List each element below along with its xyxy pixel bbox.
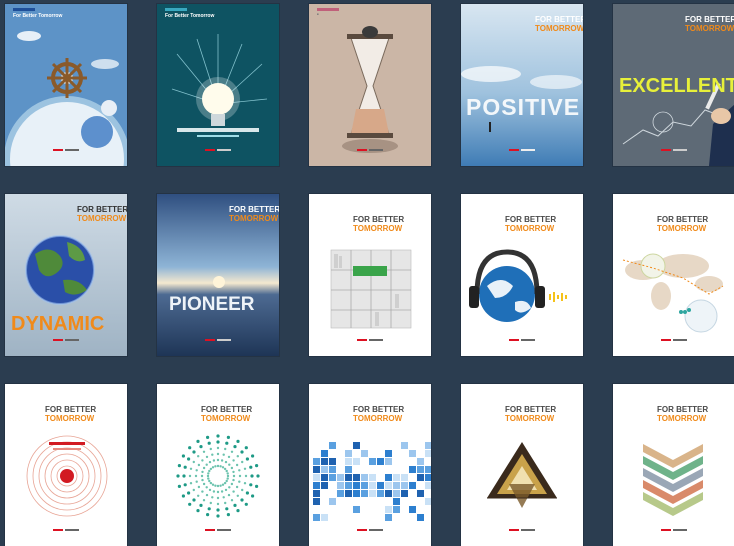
cover-line2: TOMORROW bbox=[77, 214, 127, 223]
cover-footer bbox=[613, 331, 734, 349]
cover-line1: FOR BETTER bbox=[505, 405, 557, 414]
cover-footer bbox=[157, 331, 279, 349]
cover-4[interactable]: FOR BETTER TOMORROW POSITIVE bbox=[461, 4, 583, 166]
cover-line1: FOR BETTER bbox=[353, 215, 405, 224]
cover-footer bbox=[309, 521, 431, 539]
cover-line1: FOR BETTER bbox=[657, 215, 709, 224]
cover-line2: TOMORROW bbox=[685, 24, 734, 33]
cover-line2: TOMORROW bbox=[353, 224, 403, 233]
cover-5[interactable]: FOR BETTER TOMORROW EXCELLENT bbox=[613, 4, 734, 166]
cover-title: For Better Tomorrow bbox=[13, 13, 63, 19]
cover-footer bbox=[461, 521, 583, 539]
cover-footer bbox=[5, 331, 127, 349]
cover-13[interactable]: FOR BETTER TOMORROW bbox=[309, 384, 431, 546]
cover-2[interactable]: For Better Tomorrow bbox=[157, 4, 279, 166]
cover-7[interactable]: FOR BETTER TOMORROW PIONEER bbox=[157, 194, 279, 356]
cover-footer bbox=[461, 141, 583, 159]
cover-6[interactable]: FOR BETTER TOMORROW DYNAMIC bbox=[5, 194, 127, 356]
cover-line2: TOMORROW bbox=[45, 414, 95, 423]
cover-footer bbox=[613, 141, 734, 159]
cover-line2: TOMORROW bbox=[505, 414, 555, 423]
cover-footer bbox=[461, 331, 583, 349]
cover-footer bbox=[309, 331, 431, 349]
cover-10[interactable]: FOR BETTER TOMORROW bbox=[613, 194, 734, 356]
cover-11[interactable]: FOR BETTER TOMORROW bbox=[5, 384, 127, 546]
cover-line2: TOMORROW bbox=[657, 224, 707, 233]
cover-line1: FOR BETTER bbox=[505, 215, 557, 224]
cover-line2: TOMORROW bbox=[535, 24, 583, 33]
cover-14[interactable]: FOR BETTER TOMORROW bbox=[461, 384, 583, 546]
cover-1[interactable]: For Better Tomorrow bbox=[5, 4, 127, 166]
cover-line1: FOR BETTER bbox=[657, 405, 709, 414]
cover-line2: TOMORROW bbox=[229, 214, 279, 223]
cover-8[interactable]: FOR BETTER TOMORROW bbox=[309, 194, 431, 356]
cover-footer bbox=[309, 141, 431, 159]
cover-line1: FOR BETTER bbox=[77, 205, 127, 214]
cover-word: POSITIVE bbox=[466, 94, 581, 120]
cover-footer bbox=[5, 521, 127, 539]
cover-line1: FOR BETTER bbox=[535, 15, 583, 24]
cover-9[interactable]: FOR BETTER TOMORROW bbox=[461, 194, 583, 356]
cover-footer bbox=[157, 141, 279, 159]
cover-line1: FOR BETTER bbox=[353, 405, 405, 414]
cover-footer bbox=[613, 521, 734, 539]
cover-title: For Better Tomorrow bbox=[165, 13, 215, 19]
cover-3[interactable]: ■ bbox=[309, 4, 431, 166]
cover-line2: TOMORROW bbox=[657, 414, 707, 423]
cover-footer bbox=[157, 521, 279, 539]
cover-footer bbox=[5, 141, 127, 159]
cover-word: EXCELLENT bbox=[619, 75, 734, 97]
cover-12[interactable]: FOR BETTER TOMORROW bbox=[157, 384, 279, 546]
cover-line2: TOMORROW bbox=[201, 414, 251, 423]
cover-line2: TOMORROW bbox=[505, 224, 555, 233]
cover-line1: FOR BETTER bbox=[685, 15, 734, 24]
cover-caption: ■ bbox=[317, 12, 319, 16]
cover-line1: FOR BETTER bbox=[45, 405, 97, 414]
cover-15[interactable]: FOR BETTER TOMORROW bbox=[613, 384, 734, 546]
cover-word: PIONEER bbox=[169, 294, 255, 315]
cover-line2: TOMORROW bbox=[353, 414, 403, 423]
cover-line1: FOR BETTER bbox=[229, 205, 279, 214]
cover-line1: FOR BETTER bbox=[201, 405, 253, 414]
